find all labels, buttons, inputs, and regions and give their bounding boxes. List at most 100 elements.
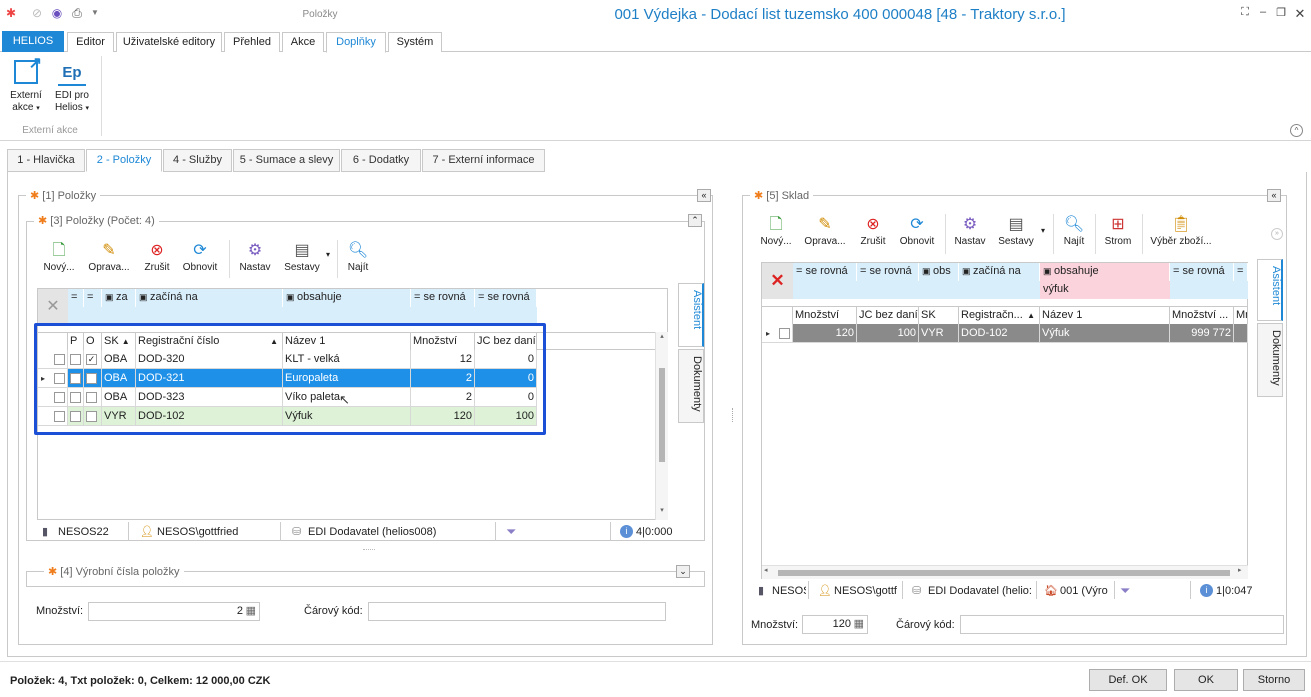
filter-cell[interactable]: = se rovná: [475, 289, 537, 307]
filter-cell[interactable]: = se rovná: [1170, 263, 1234, 281]
refresh-button[interactable]: ⟳ Obnovit: [180, 240, 220, 274]
scroll-up-icon[interactable]: ▴: [656, 332, 668, 344]
filter-cell[interactable]: ▣ začíná na: [959, 263, 1040, 281]
clear-filter-icon[interactable]: ✕: [38, 289, 68, 325]
filter-icon[interactable]: ⏷: [1120, 581, 1130, 601]
reports-button[interactable]: ▤ Sestavy: [996, 214, 1036, 248]
tab-actions[interactable]: Akce: [282, 32, 324, 52]
header-jc[interactable]: JC bez daní: [857, 307, 919, 325]
tab-header[interactable]: 1 - Hlavička: [7, 149, 85, 172]
clear-filter-icon[interactable]: ✕: [762, 263, 793, 299]
close-icon[interactable]: ✕: [1291, 6, 1309, 22]
minimize-icon[interactable]: –: [1254, 6, 1272, 18]
header-qty2[interactable]: Množství ...: [1170, 307, 1234, 325]
filter-cell[interactable]: = se rovná: [793, 263, 857, 281]
restore-icon[interactable]: ❐: [1272, 6, 1290, 19]
collapse-ribbon-icon[interactable]: ^: [1290, 124, 1303, 137]
side-tab-assistant[interactable]: Asistent: [1257, 259, 1283, 321]
calculator-icon[interactable]: ▦: [246, 603, 256, 620]
reports-button[interactable]: ▤ Sestavy: [282, 240, 322, 274]
scrollbar-thumb[interactable]: [659, 368, 665, 462]
filter-cell[interactable]: ▣ za: [102, 289, 136, 307]
def-ok-button[interactable]: Def. OK: [1089, 669, 1167, 691]
header-more[interactable]: Mr: [1234, 307, 1248, 325]
tab-helios[interactable]: HELIOS: [2, 31, 64, 52]
scroll-left-icon[interactable]: ◂: [764, 566, 768, 574]
new-button[interactable]: 🗋 Nový...: [758, 214, 794, 248]
side-tab-assistant[interactable]: Asistent: [678, 283, 704, 347]
horizontal-scrollbar[interactable]: ◂ ▸: [762, 565, 1248, 579]
tab-user-editors[interactable]: Uživatelské editory: [116, 32, 222, 52]
settings-button[interactable]: ⚙ Nastav: [952, 214, 988, 248]
settings-button[interactable]: ⚙ Nastav: [236, 240, 274, 274]
calculator-icon[interactable]: ▦: [854, 616, 864, 633]
edit-button[interactable]: ✎ Oprava...: [88, 240, 130, 274]
stock-row-selected[interactable]: ▸ 120 100 VYR DOD-102 Výfuk 999 772: [762, 324, 1248, 343]
filter-cell[interactable]: ▣ začíná na: [136, 289, 283, 307]
external-actions-button[interactable]: ↗ Externí akce ▾: [6, 56, 46, 115]
header-qty[interactable]: Množství: [793, 307, 857, 325]
edi-helios-button[interactable]: Ep EDI pro Helios ▾: [52, 60, 92, 115]
side-tab-documents[interactable]: Dokumenty: [678, 349, 704, 423]
tab-addons[interactable]: Doplňky: [326, 32, 386, 53]
tab-services[interactable]: 4 - Služby: [163, 149, 232, 172]
filter-cell[interactable]: =: [68, 289, 84, 307]
qty-input[interactable]: 2 ▦: [88, 602, 260, 621]
filter-cell[interactable]: =: [84, 289, 102, 307]
toolbar-expand-icon[interactable]: »: [1271, 228, 1283, 240]
header-name[interactable]: Název 1: [1040, 307, 1170, 325]
side-tab-documents[interactable]: Dokumenty: [1257, 323, 1283, 397]
qty-input[interactable]: 120 ▦: [802, 615, 868, 634]
collapse-left-icon[interactable]: «: [697, 189, 711, 202]
collapse-up-icon[interactable]: ⌃: [688, 214, 702, 227]
header-reg[interactable]: Registračn... ▲: [959, 307, 1040, 325]
scrollbar-thumb[interactable]: [778, 570, 1230, 576]
splitter-handle[interactable]: [363, 549, 375, 551]
row-select[interactable]: ▸: [762, 324, 793, 343]
reports-dropdown-icon[interactable]: ▾: [326, 250, 330, 259]
filter-icon[interactable]: ⏷: [506, 522, 516, 542]
filter-cell[interactable]: =: [1234, 263, 1248, 281]
fullscreen-icon[interactable]: ⛶: [1236, 6, 1254, 19]
tab-editor[interactable]: Editor: [67, 32, 114, 52]
new-button[interactable]: 🗋 Nový...: [42, 240, 76, 274]
status-separator: [128, 522, 129, 540]
filter-input-row[interactable]: [793, 281, 1040, 299]
filter-cell[interactable]: = se rovná: [411, 289, 475, 307]
filter-input-row[interactable]: [1170, 281, 1248, 299]
tree-button[interactable]: ⊞ Strom: [1100, 214, 1136, 248]
cancel-button[interactable]: ⊗ Zrušit: [856, 214, 890, 248]
find-button[interactable]: 🔍︎ Najít: [342, 240, 374, 274]
barcode-input[interactable]: [960, 615, 1284, 634]
header-sk[interactable]: SK: [919, 307, 959, 325]
filter-cell[interactable]: = se rovná: [857, 263, 919, 281]
tab-additions[interactable]: 6 - Dodatky: [341, 149, 421, 172]
reports-dropdown-icon[interactable]: ▾: [1041, 226, 1045, 235]
ok-button[interactable]: OK: [1174, 669, 1238, 691]
filter-cell-active[interactable]: ▣ obsahuje: [1040, 263, 1170, 281]
filter-cell[interactable]: ▣ obsahuje: [283, 289, 411, 307]
find-label: Najít: [1063, 236, 1085, 247]
refresh-button[interactable]: ⟳ Obnovit: [896, 214, 938, 248]
collapse-right-icon[interactable]: «: [1267, 189, 1281, 202]
vertical-scrollbar[interactable]: ▴ ▾: [655, 332, 668, 520]
edit-button[interactable]: ✎ Oprava...: [802, 214, 848, 248]
edi-icon: Ep: [58, 60, 86, 86]
storno-button[interactable]: Storno: [1243, 669, 1305, 691]
filter-input-name[interactable]: výfuk: [1040, 281, 1170, 299]
filter-cell[interactable]: ▣ obs: [919, 263, 959, 281]
find-button[interactable]: 🔍︎ Najít: [1058, 214, 1090, 248]
tab-external-info[interactable]: 7 - Externí informace: [422, 149, 545, 172]
expand-down-icon[interactable]: ⌄: [676, 565, 690, 578]
tab-overview[interactable]: Přehled: [224, 32, 280, 52]
scroll-down-icon[interactable]: ▾: [656, 506, 668, 518]
tab-totals[interactable]: 5 - Sumace a slevy: [233, 149, 340, 172]
vertical-splitter[interactable]: [732, 408, 734, 422]
tab-items[interactable]: 2 - Položky: [86, 149, 162, 172]
checkbox[interactable]: [779, 327, 790, 339]
scroll-right-icon[interactable]: ▸: [1238, 566, 1242, 574]
tab-system[interactable]: Systém: [388, 32, 442, 52]
barcode-input[interactable]: [368, 602, 666, 621]
cancel-button[interactable]: ⊗ Zrušit: [140, 240, 174, 274]
select-goods-button[interactable]: 📋︎ Výběr zboží...: [1148, 214, 1214, 248]
